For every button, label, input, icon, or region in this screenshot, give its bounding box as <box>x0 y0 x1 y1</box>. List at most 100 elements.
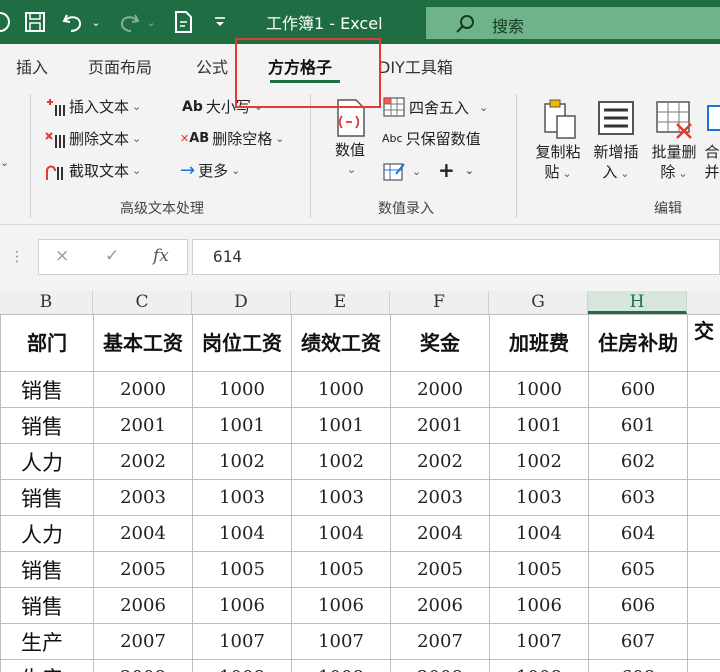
document-icon[interactable] <box>168 0 198 44</box>
header-cell[interactable]: 奖金 <box>390 314 490 372</box>
table-cell[interactable] <box>687 587 720 624</box>
department-cell[interactable]: 生产 <box>0 623 94 660</box>
column-header-h[interactable]: H <box>588 291 687 314</box>
table-cell[interactable]: 2007 <box>390 623 490 660</box>
table-cell[interactable]: 2008 <box>390 659 490 672</box>
table-cell[interactable]: 1004 <box>192 515 292 552</box>
table-cell[interactable] <box>687 479 720 516</box>
table-cell[interactable]: 2002 <box>93 443 193 480</box>
table-cell[interactable]: 1006 <box>489 587 589 624</box>
confirm-icon[interactable]: ✓ <box>105 246 119 266</box>
number-button[interactable]: 数值 ⌄ <box>330 98 370 180</box>
delete-text-button[interactable]: 删除文本 ⌄ <box>44 128 141 149</box>
table-cell[interactable] <box>687 659 720 672</box>
table-cell[interactable]: 2004 <box>390 515 490 552</box>
table-cell[interactable]: 1002 <box>489 443 589 480</box>
batch-delete-button[interactable]: 批量删 除 ⌄ <box>646 98 702 184</box>
table-cell[interactable] <box>687 515 720 552</box>
edit-cell-button[interactable]: ⌄ <box>382 160 421 182</box>
fx-icon[interactable]: fx <box>153 246 169 266</box>
department-cell[interactable]: 销售 <box>0 371 94 408</box>
spreadsheet-grid[interactable]: 部门 基本工资 岗位工资 绩效工资 奖金 加班费 住房补助交销售 2000 1000 1000 20… <box>0 314 720 672</box>
delete-space-button[interactable]: ✕ AB 删除空格 ⌄ <box>180 128 284 149</box>
table-cell[interactable]: 1005 <box>489 551 589 588</box>
header-cell[interactable]: 住房补助 <box>588 314 688 372</box>
header-cell[interactable]: 岗位工资 <box>192 314 292 372</box>
table-cell[interactable]: 602 <box>588 443 688 480</box>
column-header-b[interactable]: B <box>0 291 93 314</box>
table-cell[interactable]: 2000 <box>93 371 193 408</box>
table-cell[interactable]: 1002 <box>192 443 292 480</box>
table-cell[interactable] <box>687 443 720 480</box>
plus-button[interactable]: + ⌄ <box>438 158 474 182</box>
table-cell[interactable]: 2001 <box>390 407 490 444</box>
header-cell[interactable]: 部门 <box>0 314 94 372</box>
extract-text-button[interactable]: 截取文本 ⌄ <box>44 160 141 181</box>
table-cell[interactable]: 1007 <box>291 623 391 660</box>
table-cell[interactable]: 2005 <box>390 551 490 588</box>
header-cell[interactable]: 交 <box>687 314 720 372</box>
cancel-icon[interactable]: × <box>55 246 69 266</box>
table-cell[interactable]: 1001 <box>192 407 292 444</box>
header-cell[interactable]: 基本工资 <box>93 314 193 372</box>
table-cell[interactable]: 1008 <box>291 659 391 672</box>
column-header-d[interactable]: D <box>192 291 291 314</box>
column-header-g[interactable]: G <box>489 291 588 314</box>
table-cell[interactable]: 1005 <box>291 551 391 588</box>
table-cell[interactable]: 1007 <box>192 623 292 660</box>
table-cell[interactable]: 2001 <box>93 407 193 444</box>
search-input[interactable]: 搜索 <box>426 7 720 39</box>
table-cell[interactable]: 1006 <box>192 587 292 624</box>
table-cell[interactable]: 2007 <box>93 623 193 660</box>
table-cell[interactable]: 606 <box>588 587 688 624</box>
table-cell[interactable]: 1002 <box>291 443 391 480</box>
table-cell[interactable]: 2003 <box>390 479 490 516</box>
table-cell[interactable] <box>687 623 720 660</box>
tab-diy-toolbox[interactable]: DIY工具箱 <box>378 54 453 78</box>
table-cell[interactable]: 604 <box>588 515 688 552</box>
chevron-down-icon[interactable]: ⌄ <box>0 156 9 169</box>
table-cell[interactable] <box>687 407 720 444</box>
header-cell[interactable]: 绩效工资 <box>291 314 391 372</box>
header-cell[interactable]: 加班费 <box>489 314 589 372</box>
customize-icon[interactable] <box>210 0 230 44</box>
tab-page-layout[interactable]: 页面布局 <box>88 54 152 78</box>
department-cell[interactable]: 人力 <box>0 515 94 552</box>
more-button[interactable]: → 更多 ⌄ <box>180 160 240 181</box>
table-cell[interactable]: 1008 <box>489 659 589 672</box>
table-cell[interactable]: 1003 <box>489 479 589 516</box>
column-header-c[interactable]: C <box>93 291 192 314</box>
table-cell[interactable]: 1001 <box>291 407 391 444</box>
keep-values-button[interactable]: Abc 只保留数值 <box>382 128 481 149</box>
table-cell[interactable]: 607 <box>588 623 688 660</box>
column-header-e[interactable]: E <box>291 291 390 314</box>
table-cell[interactable]: 1007 <box>489 623 589 660</box>
table-cell[interactable]: 2003 <box>93 479 193 516</box>
insert-add-button[interactable]: 新增插 入 ⌄ <box>588 98 644 184</box>
table-cell[interactable]: 1004 <box>291 515 391 552</box>
table-cell[interactable]: 1006 <box>291 587 391 624</box>
tab-insert[interactable]: 插入 <box>16 54 48 78</box>
table-cell[interactable]: 1008 <box>192 659 292 672</box>
table-cell[interactable]: 1001 <box>489 407 589 444</box>
table-cell[interactable]: 1004 <box>489 515 589 552</box>
table-cell[interactable] <box>687 371 720 408</box>
table-cell[interactable]: 608 <box>588 659 688 672</box>
department-cell[interactable]: 销售 <box>0 407 94 444</box>
department-cell[interactable]: 人力 <box>0 443 94 480</box>
table-cell[interactable]: 1003 <box>192 479 292 516</box>
table-cell[interactable]: 605 <box>588 551 688 588</box>
table-cell[interactable]: 600 <box>588 371 688 408</box>
table-cell[interactable]: 2005 <box>93 551 193 588</box>
table-cell[interactable]: 2002 <box>390 443 490 480</box>
table-cell[interactable]: 2000 <box>390 371 490 408</box>
merge-button[interactable]: 合 并 <box>704 98 720 182</box>
table-cell[interactable]: 603 <box>588 479 688 516</box>
department-cell[interactable]: 销售 <box>0 551 94 588</box>
table-cell[interactable]: 2008 <box>93 659 193 672</box>
department-cell[interactable]: 生产 <box>0 659 94 672</box>
table-cell[interactable]: 1003 <box>291 479 391 516</box>
department-cell[interactable]: 销售 <box>0 479 94 516</box>
round-button[interactable]: 四舍五入 ⌄ <box>382 96 488 118</box>
table-cell[interactable]: 2006 <box>93 587 193 624</box>
